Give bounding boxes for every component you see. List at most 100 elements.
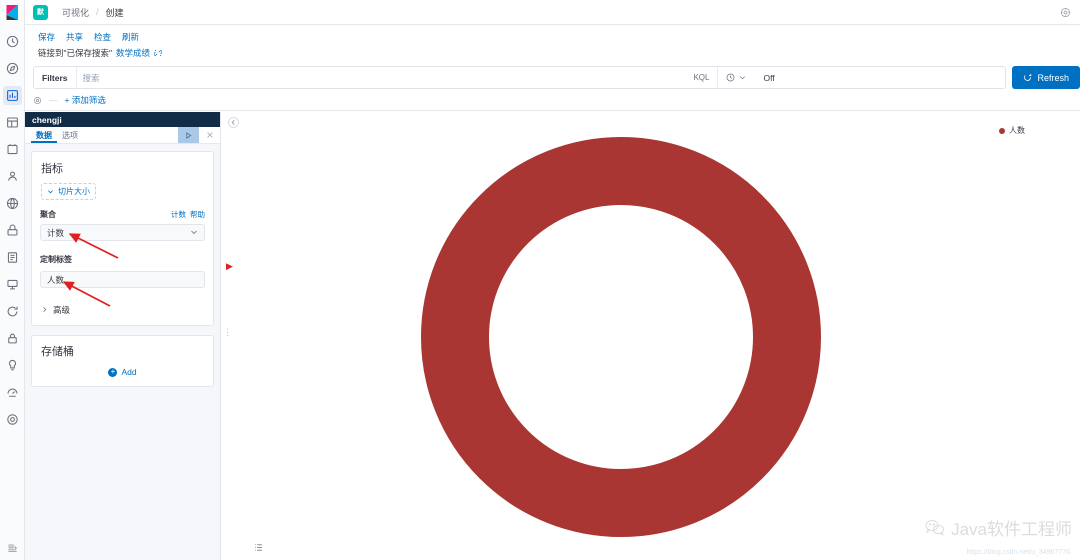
panel-resize-handle[interactable]: ⋮ bbox=[223, 328, 232, 337]
refresh-link-button[interactable]: 刷新 bbox=[122, 31, 139, 43]
metric-config-body: 聚合 计数 帮助 计数 定制标签 人数 bbox=[32, 200, 213, 298]
add-bucket-button[interactable]: + Add bbox=[32, 361, 213, 386]
toolbar-links: 保存 共享 检查 刷新 bbox=[25, 25, 1080, 43]
slice-size-label: 切片大小 bbox=[58, 187, 90, 196]
legend-color-swatch bbox=[999, 127, 1005, 134]
sidebar-item-monitoring[interactable] bbox=[3, 383, 22, 402]
tab-filters[interactable]: Filters bbox=[34, 67, 77, 88]
linked-prefix-label: 链接到"已保存搜索" bbox=[38, 48, 113, 58]
add-filter-button[interactable]: + 添加筛选 bbox=[65, 94, 106, 106]
rail-collapse-button[interactable] bbox=[0, 543, 25, 554]
aggregation-label-row: 聚合 计数 帮助 bbox=[40, 209, 205, 220]
custom-label-input[interactable]: 人数 bbox=[40, 271, 205, 288]
watermark: Java软件工程师 bbox=[925, 515, 1072, 540]
unlink-icon[interactable] bbox=[154, 49, 163, 57]
add-bucket-label: Add bbox=[121, 367, 137, 377]
date-range-field[interactable]: Off bbox=[754, 73, 999, 83]
query-language-button[interactable]: KQL bbox=[693, 73, 717, 82]
buckets-card: 存储桶 + Add bbox=[31, 335, 214, 387]
breadcrumb-visualize[interactable]: 可视化 bbox=[62, 6, 89, 19]
search-input-zone[interactable]: 搜索 KQL Off bbox=[76, 66, 1007, 89]
metrics-card: 指标 切片大小 聚合 计数 帮助 计数 定制标签 人数 高级 bbox=[31, 151, 214, 326]
sidebar-item-maps[interactable] bbox=[3, 194, 22, 213]
sidebar-item-management[interactable] bbox=[3, 410, 22, 429]
breadcrumb-separator: / bbox=[96, 7, 99, 17]
aggregation-value: 计数 bbox=[47, 227, 65, 238]
plus-circle-icon: + bbox=[108, 367, 118, 377]
chart-legend: 人数 bbox=[999, 125, 1025, 136]
apply-changes-button[interactable] bbox=[178, 127, 199, 143]
share-button[interactable]: 共享 bbox=[66, 31, 83, 43]
aggregation-links: 计数 帮助 bbox=[171, 209, 205, 220]
custom-label-label: 定制标签 bbox=[40, 255, 72, 264]
query-bar-row: Filters 搜索 KQL Off Refresh bbox=[25, 63, 1080, 92]
legend-label[interactable]: 人数 bbox=[1009, 125, 1025, 136]
space-badge[interactable]: 默 bbox=[33, 4, 48, 20]
help-gear-icon[interactable] bbox=[1060, 7, 1071, 18]
slice-size-accordion[interactable]: 切片大小 bbox=[41, 183, 96, 200]
discard-changes-button[interactable] bbox=[199, 127, 220, 143]
close-icon bbox=[206, 132, 213, 138]
chevron-down-icon bbox=[190, 228, 198, 238]
search-input[interactable]: 搜索 bbox=[83, 72, 100, 84]
visualize-toolbar: 保存 共享 检查 刷新 链接到"已保存搜索" 数学成绩 bbox=[25, 25, 1080, 63]
app-header: 默 可视化 / 创建 bbox=[25, 0, 1080, 25]
panel-title: chengji bbox=[25, 112, 220, 127]
sidebar-item-siem[interactable] bbox=[3, 329, 22, 348]
panel-tab-bar: 数据 选项 bbox=[25, 127, 220, 144]
watermark-url: https://blog.csdn.net/u_34967776 bbox=[966, 549, 1070, 556]
save-button[interactable]: 保存 bbox=[38, 31, 55, 43]
panel-collapse-button[interactable] bbox=[228, 117, 239, 128]
linked-saved-search-name[interactable]: 数学成绩 bbox=[116, 47, 150, 59]
custom-label-block: 定制标签 人数 bbox=[40, 249, 205, 288]
sidebar-item-logs[interactable] bbox=[3, 248, 22, 267]
sidebar-item-apm[interactable] bbox=[3, 275, 22, 294]
play-apply-icon bbox=[186, 131, 192, 139]
inspect-button[interactable]: 检查 bbox=[94, 31, 111, 43]
buckets-section-title: 存储桶 bbox=[41, 346, 74, 358]
agg-count-link[interactable]: 计数 bbox=[171, 209, 186, 220]
tab-data[interactable]: 数据 bbox=[31, 127, 57, 143]
refresh-button-label: Refresh bbox=[1037, 72, 1069, 83]
sidebar-item-uptime[interactable] bbox=[3, 302, 22, 321]
nav-icon-list bbox=[0, 32, 25, 429]
filters-tab-group: Filters bbox=[33, 66, 77, 89]
primary-nav-rail bbox=[0, 0, 25, 560]
kibana-logo[interactable] bbox=[0, 0, 25, 25]
aggregation-label: 聚合 bbox=[40, 210, 56, 219]
filter-controls-row: — + 添加筛选 bbox=[33, 94, 106, 106]
tab-options[interactable]: 选项 bbox=[57, 127, 83, 143]
refresh-button[interactable]: Refresh bbox=[1012, 66, 1080, 89]
sidebar-item-canvas[interactable] bbox=[3, 140, 22, 159]
advanced-accordion[interactable]: 高级 bbox=[32, 298, 213, 318]
panel-actions bbox=[178, 127, 220, 143]
annotation-marker: ▶ bbox=[226, 261, 233, 271]
filter-separator: — bbox=[49, 95, 58, 105]
sidebar-item-visualize[interactable] bbox=[2, 86, 22, 105]
breadcrumb: 可视化 / 创建 bbox=[62, 6, 124, 19]
sidebar-item-discover[interactable] bbox=[3, 59, 22, 78]
chevron-down-icon bbox=[740, 76, 746, 80]
clock-icon bbox=[727, 73, 735, 82]
metrics-section-title: 指标 bbox=[41, 163, 63, 175]
breadcrumb-create[interactable]: 创建 bbox=[106, 6, 124, 19]
visualization-editor-panel: chengji 数据 选项 指标 切片大小 聚合 计数 帮助 计数 定制标签 人… bbox=[25, 112, 221, 560]
sidebar-item-machine-learning[interactable] bbox=[3, 167, 22, 186]
donut-chart[interactable] bbox=[421, 137, 821, 537]
chart-canvas: 人数 bbox=[242, 112, 1080, 560]
sidebar-item-recently-viewed[interactable] bbox=[3, 32, 22, 51]
aggregation-select[interactable]: 计数 bbox=[40, 224, 205, 241]
sidebar-item-dev-tools[interactable] bbox=[3, 356, 22, 375]
collapse-left-icon bbox=[231, 120, 235, 125]
sidebar-item-infrastructure[interactable] bbox=[3, 221, 22, 240]
chevron-right-icon bbox=[41, 306, 48, 315]
refresh-icon bbox=[1024, 73, 1032, 81]
legend-toggle-button[interactable] bbox=[252, 541, 264, 553]
agg-help-link[interactable]: 帮助 bbox=[190, 209, 205, 220]
wechat-icon bbox=[925, 519, 945, 536]
gear-icon[interactable] bbox=[33, 96, 42, 105]
chevron-down-icon bbox=[48, 190, 53, 194]
watermark-text: Java软件工程师 bbox=[951, 520, 1072, 539]
sidebar-item-dashboard[interactable] bbox=[3, 113, 22, 132]
date-picker-quick-menu[interactable] bbox=[717, 67, 754, 88]
